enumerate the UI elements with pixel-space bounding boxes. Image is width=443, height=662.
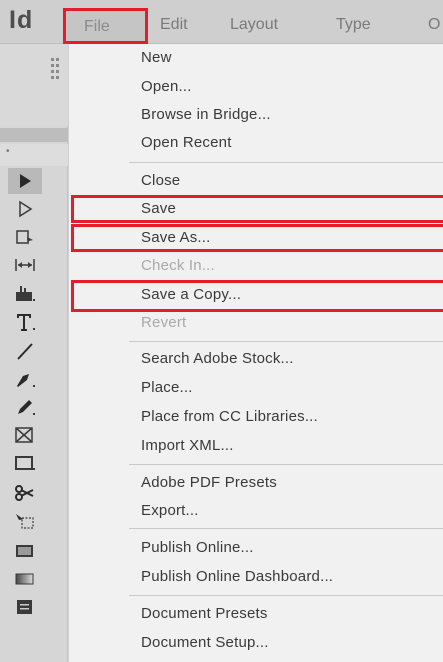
menu-item-save[interactable]: Save [141, 200, 176, 217]
save-a-copy-highlight-box [71, 280, 443, 312]
menu-layout[interactable]: Layout [230, 16, 278, 34]
menu-item-open-recent[interactable]: Open Recent [141, 134, 232, 151]
pen-tool-icon[interactable] [10, 366, 40, 392]
menu-item-adobe-pdf-presets[interactable]: Adobe PDF Presets [141, 474, 277, 491]
menu-item-revert: Revert [141, 314, 187, 331]
panel-header [0, 44, 68, 126]
selection-tool-icon[interactable] [8, 168, 42, 194]
menu-separator [129, 162, 443, 163]
scissors-tool-icon[interactable] [10, 480, 40, 506]
grip-icon[interactable] [50, 56, 60, 84]
panel-collapse-bar[interactable]: • [0, 144, 68, 166]
menu-item-document-presets[interactable]: Document Presets [141, 605, 268, 622]
menu-item-close[interactable]: Close [141, 172, 180, 189]
save-highlight-box [71, 195, 443, 223]
menu-item-place[interactable]: Place... [141, 379, 193, 396]
swatch-tool-icon[interactable] [10, 538, 40, 564]
menu-file[interactable]: File [63, 8, 148, 44]
menu-item-save-as[interactable]: Save As... [141, 229, 211, 246]
indesign-logo: Id [9, 6, 34, 34]
menu-item-open[interactable]: Open... [141, 78, 192, 95]
page-tool-icon[interactable] [10, 224, 40, 250]
tools-panel: • [0, 44, 68, 662]
menu-item-new[interactable]: New [141, 49, 172, 66]
menu-item-check-in: Check In... [141, 257, 215, 274]
type-tool-icon[interactable] [10, 309, 40, 335]
menu-separator [129, 595, 443, 596]
menu-type[interactable]: Type [336, 16, 371, 34]
rectangle-tool-icon[interactable] [10, 450, 40, 476]
menu-separator [129, 464, 443, 465]
save-as-highlight-box [71, 224, 443, 252]
gradient-tool-icon[interactable] [10, 566, 40, 592]
menu-bar: Id File Edit Layout Type O [0, 0, 443, 44]
rectangle-frame-tool-icon[interactable] [10, 422, 40, 448]
menu-item-search-adobe-stock[interactable]: Search Adobe Stock... [141, 350, 294, 367]
free-transform-tool-icon[interactable] [10, 508, 40, 534]
menu-item-place-from-cc-libraries[interactable]: Place from CC Libraries... [141, 408, 318, 425]
panel-divider [0, 128, 68, 142]
menu-file-label: File [84, 18, 110, 35]
menu-item-publish-online-dashboard[interactable]: Publish Online Dashboard... [141, 568, 333, 585]
menu-item-import-xml[interactable]: Import XML... [141, 437, 234, 454]
menu-item-export[interactable]: Export... [141, 502, 199, 519]
menu-object[interactable]: O [428, 16, 440, 34]
menu-separator [129, 528, 443, 529]
menu-separator [129, 341, 443, 342]
content-collector-tool-icon[interactable] [10, 280, 40, 306]
menu-item-browse-in-bridge[interactable]: Browse in Bridge... [141, 106, 271, 123]
pencil-tool-icon[interactable] [10, 394, 40, 420]
menu-item-document-setup[interactable]: Document Setup... [141, 634, 269, 651]
line-tool-icon[interactable] [10, 338, 40, 364]
menu-edit[interactable]: Edit [160, 16, 188, 34]
menu-item-publish-online[interactable]: Publish Online... [141, 539, 254, 556]
gap-tool-icon[interactable] [10, 252, 40, 278]
file-menu-dropdown: New Open... Browse in Bridge... Open Rec… [68, 44, 443, 662]
direct-selection-tool-icon[interactable] [10, 196, 40, 222]
note-tool-icon[interactable] [10, 594, 40, 620]
menu-item-save-a-copy[interactable]: Save a Copy... [141, 286, 241, 303]
